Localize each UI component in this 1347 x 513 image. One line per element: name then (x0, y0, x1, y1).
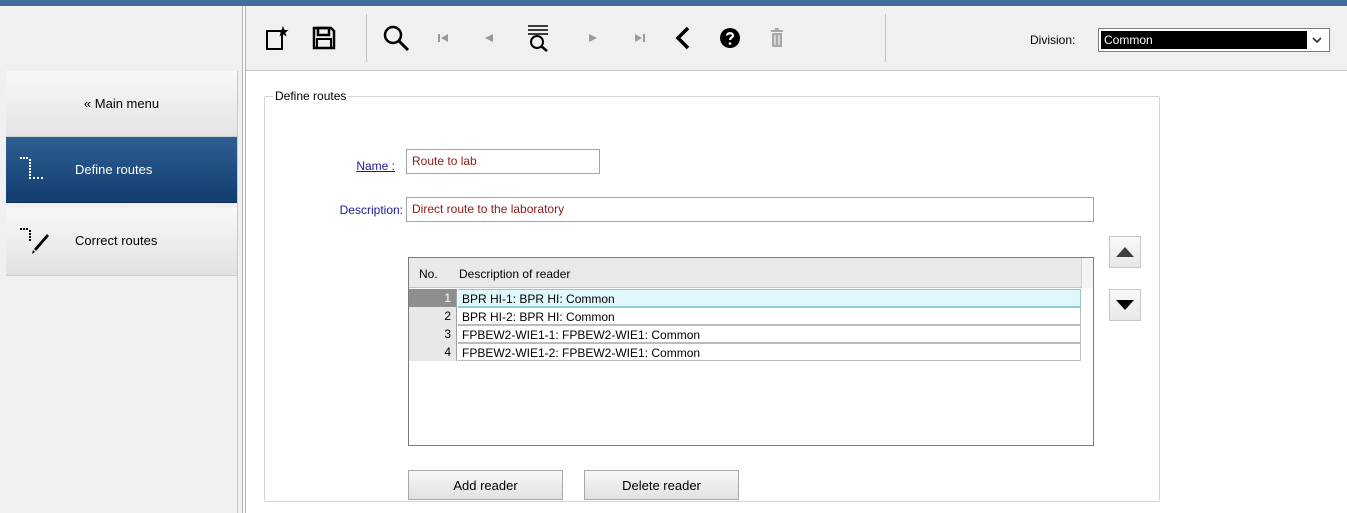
search-button[interactable] (376, 18, 416, 58)
table-row[interactable]: 3 FPBEW2-WIE1-1: FPBEW2-WIE1: Common (409, 325, 1081, 343)
previous-record-icon (485, 34, 493, 42)
last-record-button[interactable] (620, 18, 660, 58)
sidebar-item-label: Correct routes (75, 233, 158, 248)
first-record-icon (438, 34, 448, 42)
division-select[interactable]: Common (1098, 28, 1330, 52)
next-record-button[interactable] (573, 18, 613, 58)
previous-record-button[interactable] (469, 18, 509, 58)
route-dotted-icon (20, 157, 43, 179)
move-up-button[interactable] (1109, 236, 1141, 268)
sidebar-item-label: Define routes (75, 162, 153, 177)
row-number: 4 (409, 343, 457, 361)
sidebar-item-define-routes[interactable]: Define routes (6, 137, 237, 203)
row-number: 3 (409, 325, 457, 343)
reader-grid[interactable]: No. Description of reader 1 BPR HI-1: BP… (408, 257, 1094, 446)
list-search-button[interactable] (518, 18, 558, 58)
grid-header: No. Description of reader (409, 258, 1093, 288)
help-icon (720, 28, 740, 48)
chevron-down-icon (1312, 37, 1322, 44)
triangle-down-icon (1116, 300, 1134, 310)
delete-button[interactable] (757, 18, 797, 58)
define-routes-group: Define routes Name : Route to lab Descri… (264, 89, 1160, 502)
new-button[interactable] (256, 18, 296, 58)
row-description: FPBEW2-WIE1-2: FPBEW2-WIE1: Common (458, 343, 1081, 361)
row-description: BPR HI-2: BPR HI: Common (458, 307, 1081, 325)
delete-icon (771, 28, 783, 47)
toolbar-splitter (242, 6, 246, 71)
back-icon (675, 26, 690, 50)
description-field[interactable]: Direct route to the laboratory (406, 197, 1094, 222)
table-row[interactable]: 4 FPBEW2-WIE1-2: FPBEW2-WIE1: Common (409, 343, 1081, 361)
save-icon (312, 26, 336, 50)
row-description: FPBEW2-WIE1-1: FPBEW2-WIE1: Common (458, 325, 1081, 343)
column-header-description[interactable]: Description of reader (459, 267, 570, 281)
application-window: Division: Common « Main menu Define rout (0, 0, 1347, 513)
search-icon (383, 25, 410, 52)
table-row[interactable]: 2 BPR HI-2: BPR HI: Common (409, 307, 1081, 325)
table-row[interactable]: 1 BPR HI-1: BPR HI: Common (409, 289, 1081, 307)
sidebar: « Main menu Define routes Correct routes (0, 71, 244, 513)
add-reader-button[interactable]: Add reader (408, 470, 563, 500)
sidebar-border (237, 71, 238, 513)
division-label: Division: (1030, 33, 1076, 47)
sidebar-item-correct-routes[interactable]: Correct routes (6, 208, 237, 276)
description-label: Description: (339, 203, 403, 217)
name-field[interactable]: Route to lab (406, 149, 600, 174)
toolbar-left-blank (0, 6, 244, 71)
first-record-button[interactable] (423, 18, 463, 58)
new-icon (266, 26, 289, 50)
row-number: 2 (409, 307, 457, 325)
toolbar-divider (885, 14, 886, 62)
next-record-icon (589, 34, 597, 42)
list-search-icon (528, 25, 548, 52)
name-label[interactable]: Name : (328, 159, 395, 173)
help-button[interactable] (710, 18, 750, 58)
header-scroll-corner (1081, 258, 1093, 288)
toolbar: Division: Common (0, 6, 1347, 71)
column-header-no[interactable]: No. (419, 267, 438, 281)
main-menu-label: « Main menu (83, 96, 160, 111)
main-menu-button[interactable]: « Main menu (6, 71, 237, 137)
route-edit-icon (20, 228, 49, 254)
back-button[interactable] (663, 18, 703, 58)
delete-reader-button[interactable]: Delete reader (584, 470, 739, 500)
last-record-icon (635, 34, 645, 42)
toolbar-divider (366, 14, 367, 62)
row-number: 1 (409, 289, 457, 307)
triangle-up-icon (1116, 247, 1134, 257)
group-title: Define routes (273, 89, 349, 103)
row-description: BPR HI-1: BPR HI: Common (458, 289, 1081, 307)
move-down-button[interactable] (1109, 289, 1141, 321)
division-value: Common (1101, 31, 1307, 49)
panel-splitter[interactable] (242, 71, 246, 513)
save-button[interactable] (304, 18, 344, 58)
main-panel: Define routes Name : Route to lab Descri… (247, 71, 1347, 513)
